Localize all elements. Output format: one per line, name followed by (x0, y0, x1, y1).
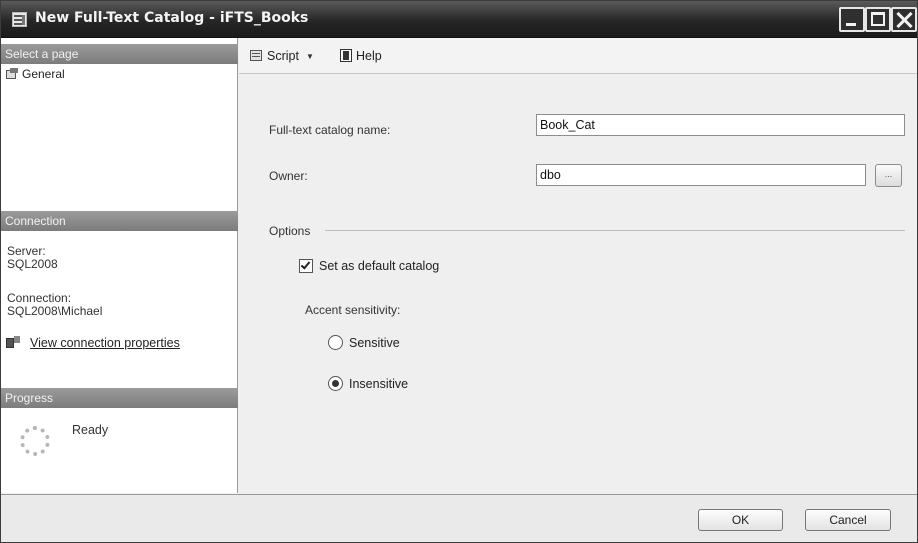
owner-browse-button[interactable]: ... (875, 164, 902, 187)
toolbar: Script ▼ Help (239, 38, 917, 74)
progress-status: Ready (72, 423, 109, 437)
catalog-name-label: Full-text catalog name: (269, 123, 391, 137)
minimize-button[interactable] (839, 7, 865, 32)
options-caption: Options (269, 224, 317, 238)
radio-insensitive-row[interactable]: Insensitive (328, 376, 408, 391)
checkmark-icon (300, 259, 311, 270)
script-label: Script (267, 49, 299, 63)
help-icon (340, 49, 353, 63)
maximize-button[interactable] (865, 7, 891, 32)
view-connection-properties-link[interactable]: View connection properties (6, 336, 180, 350)
progress-header: Progress (1, 388, 238, 408)
radio-selected-dot (332, 380, 339, 387)
default-catalog-checkbox[interactable] (299, 259, 313, 273)
window-title: New Full-Text Catalog - iFTS_Books (35, 10, 309, 26)
app-icon (12, 12, 27, 27)
server-value: SQL2008 (7, 257, 58, 271)
button-bar: OK Cancel (1, 494, 917, 542)
connection-properties-icon (6, 336, 22, 350)
ok-button[interactable]: OK (698, 509, 783, 531)
close-button[interactable] (891, 7, 917, 32)
owner-label: Owner: (269, 169, 308, 183)
page-item-general[interactable]: General (5, 66, 65, 82)
radio-sensitive-row[interactable]: Sensitive (328, 335, 400, 350)
radio-insensitive-label[interactable]: Insensitive (349, 377, 408, 391)
cancel-button[interactable]: Cancel (805, 509, 891, 531)
help-label: Help (356, 49, 382, 63)
select-page-header: Select a page (1, 44, 238, 64)
radio-sensitive[interactable] (328, 335, 343, 350)
page-item-label: General (22, 67, 65, 81)
connection-value: SQL2008\Michael (7, 304, 103, 318)
radio-insensitive[interactable] (328, 376, 343, 391)
default-catalog-label[interactable]: Set as default catalog (319, 259, 439, 273)
maximize-icon (871, 12, 885, 26)
view-connection-properties-label[interactable]: View connection properties (30, 336, 180, 350)
title-bar[interactable]: New Full-Text Catalog - iFTS_Books (1, 1, 917, 38)
dialog-window: New Full-Text Catalog - iFTS_Books Selec… (0, 0, 918, 543)
catalog-name-input[interactable]: Book_Cat (536, 114, 905, 136)
minimize-icon (846, 23, 856, 26)
script-button[interactable]: Script ▼ (249, 49, 314, 63)
left-pane: Select a page General Connection Server:… (1, 38, 238, 493)
help-button[interactable]: Help (340, 49, 382, 63)
default-catalog-checkbox-row[interactable]: Set as default catalog (299, 259, 439, 273)
chevron-down-icon[interactable]: ▼ (306, 52, 314, 61)
accent-sensitivity-label: Accent sensitivity: (305, 303, 401, 317)
owner-input[interactable]: dbo (536, 164, 866, 186)
right-pane: Script ▼ Help Full-text catalog name: Bo… (239, 38, 917, 493)
options-divider (325, 230, 905, 231)
script-icon (249, 49, 264, 63)
progress-spinner-icon (20, 426, 50, 456)
properties-page-icon (5, 67, 19, 81)
connection-header: Connection (1, 211, 238, 231)
radio-sensitive-label[interactable]: Sensitive (349, 336, 400, 350)
